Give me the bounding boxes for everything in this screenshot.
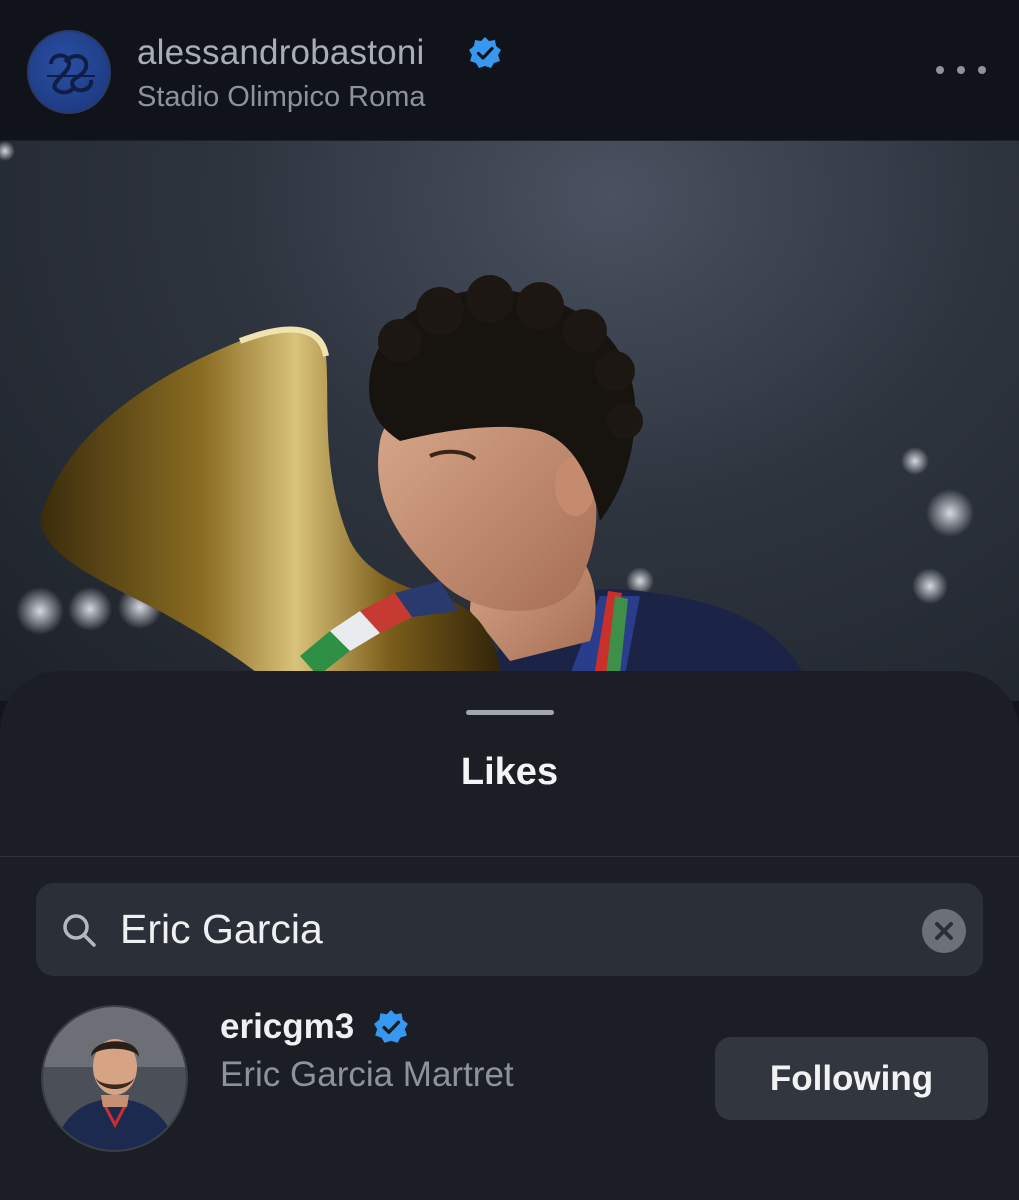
instagram-post-screen: alessandrobastoni Stadio Olimpico Roma L… xyxy=(0,0,1019,1200)
list-item[interactable]: ericgm3 Eric Garcia Martret Following xyxy=(0,1001,1019,1161)
post-username[interactable]: alessandrobastoni xyxy=(137,33,425,73)
user-handle[interactable]: ericgm3 xyxy=(220,1007,354,1047)
sheet-title: Likes xyxy=(460,751,559,793)
monogram-logo-icon xyxy=(47,53,95,95)
x-icon xyxy=(935,922,953,940)
post-location[interactable]: Stadio Olimpico Roma xyxy=(137,81,426,114)
trophy-kiss-photo xyxy=(0,141,974,701)
dot xyxy=(978,66,986,74)
following-button[interactable]: Following xyxy=(715,1037,988,1120)
search-icon xyxy=(63,914,96,947)
search-field[interactable]: Eric Garcia xyxy=(36,883,983,976)
search-input[interactable]: Eric Garcia xyxy=(120,903,323,955)
profile-avatar[interactable] xyxy=(27,30,111,114)
post-header: alessandrobastoni Stadio Olimpico Roma xyxy=(0,0,1019,141)
post-photo[interactable] xyxy=(0,141,1019,701)
avatar[interactable] xyxy=(41,1005,188,1152)
user-photo xyxy=(43,1007,186,1150)
user-full-name: Eric Garcia Martret xyxy=(220,1055,514,1094)
sheet-drag-handle[interactable] xyxy=(466,710,554,715)
verified-badge-icon xyxy=(374,1010,408,1043)
more-options-icon[interactable] xyxy=(936,58,986,82)
verified-badge-icon xyxy=(469,37,501,68)
likes-bottom-sheet: Likes Eric Garcia ericgm3 Eric Garcia Ma… xyxy=(0,671,1019,1200)
clear-icon[interactable] xyxy=(922,909,966,953)
dot xyxy=(936,66,944,74)
divider xyxy=(0,856,1019,857)
dot xyxy=(957,66,965,74)
